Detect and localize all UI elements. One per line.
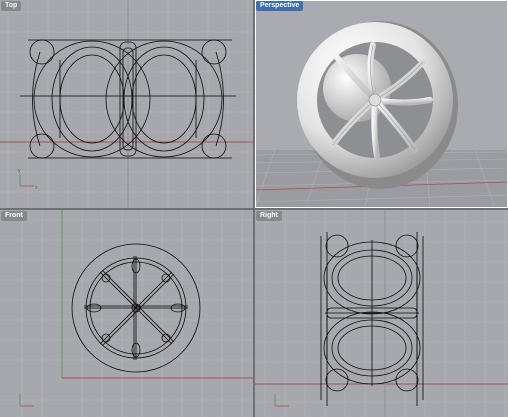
front-viewport-label[interactable]: Front <box>1 211 27 221</box>
top-viewport[interactable]: Top x y <box>0 0 253 208</box>
perspective-viewport-label[interactable]: Perspective <box>256 1 304 11</box>
perspective-viewport[interactable]: Perspective <box>255 0 508 208</box>
top-viewport-canvas[interactable]: x y <box>0 0 253 208</box>
perspective-viewport-canvas[interactable] <box>255 0 508 208</box>
right-viewport-label[interactable]: Right <box>256 211 282 221</box>
right-viewport[interactable]: Right <box>255 210 508 417</box>
right-viewport-canvas[interactable] <box>255 210 508 417</box>
front-viewport-canvas[interactable] <box>0 210 253 417</box>
top-viewport-label[interactable]: Top <box>1 1 22 11</box>
viewport-layout: Top x y Perspective Front Right <box>0 0 508 417</box>
front-viewport[interactable]: Front <box>0 210 253 417</box>
